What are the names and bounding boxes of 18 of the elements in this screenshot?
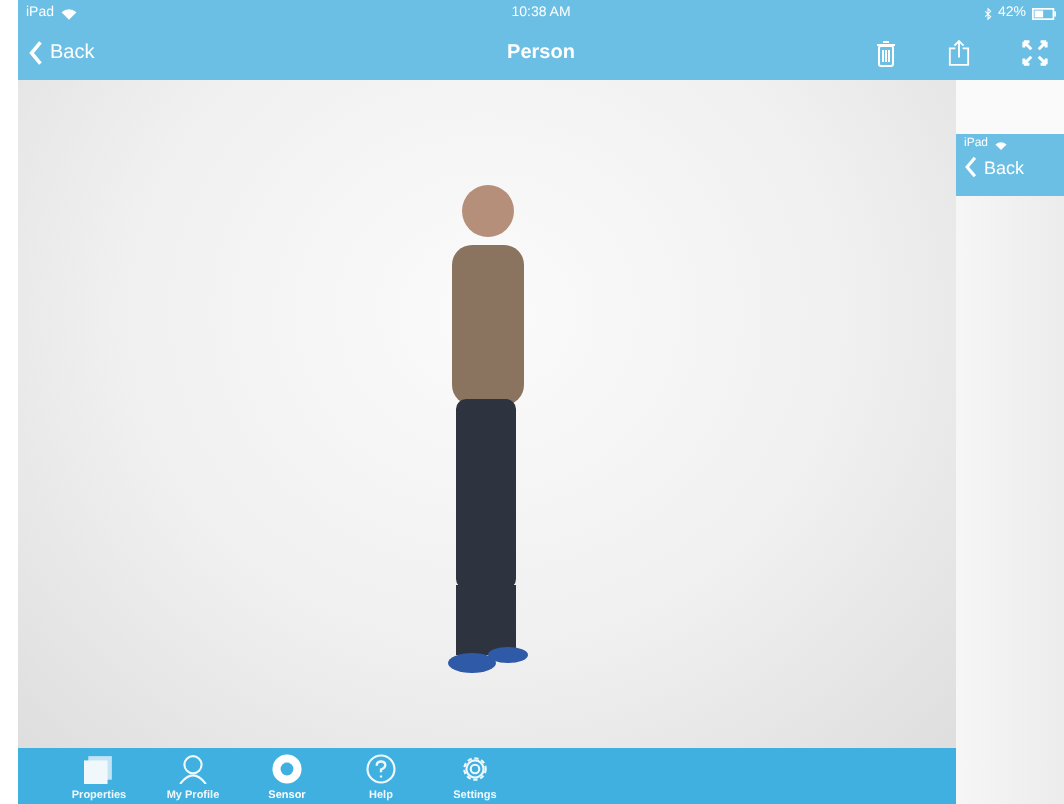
gear-icon xyxy=(460,754,490,784)
person-outline-icon xyxy=(178,754,208,784)
chevron-left-icon xyxy=(28,40,44,66)
bluetooth-icon xyxy=(983,5,992,21)
expand-icon[interactable] xyxy=(1022,40,1048,66)
share-icon[interactable] xyxy=(948,38,970,68)
back-button[interactable]: Back xyxy=(964,156,1056,178)
stacked-squares-icon xyxy=(84,754,114,784)
screen-title: Person xyxy=(507,42,575,64)
trash-icon[interactable] xyxy=(876,39,896,67)
battery-icon xyxy=(1032,7,1056,19)
wifi-icon xyxy=(994,139,1009,149)
question-circle-icon xyxy=(366,754,396,784)
wifi-icon xyxy=(60,6,79,20)
back-button[interactable]: Back xyxy=(28,40,95,66)
chevron-left-icon xyxy=(964,156,978,178)
target-circle-icon xyxy=(272,754,302,784)
side-background xyxy=(956,80,1064,134)
